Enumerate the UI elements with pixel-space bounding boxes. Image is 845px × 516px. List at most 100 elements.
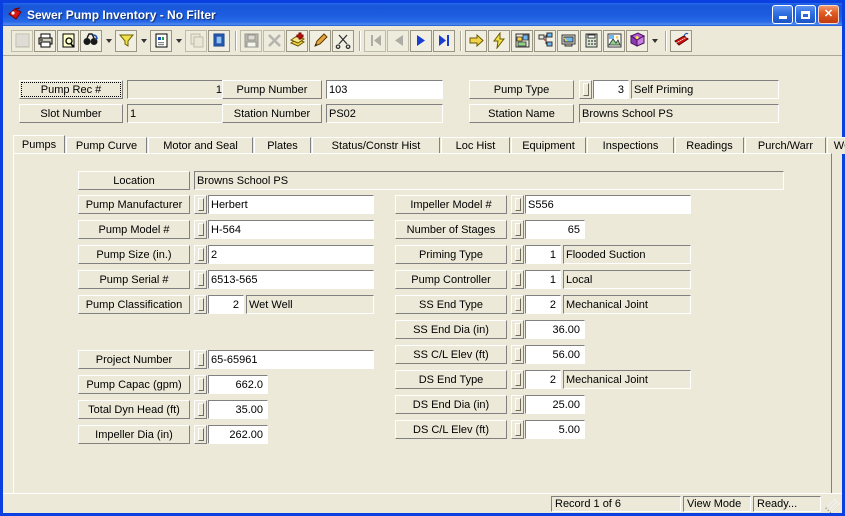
tree-icon[interactable]	[534, 29, 556, 52]
pump-classification-spinner[interactable]	[194, 295, 207, 314]
slot-number-field[interactable]: 1	[127, 104, 227, 123]
location-label[interactable]: Location	[78, 171, 190, 190]
number-of-stages-spinner[interactable]	[511, 220, 524, 239]
pump-size-spinner[interactable]	[194, 245, 207, 264]
ds-end-dia-label[interactable]: DS End Dia (in)	[395, 395, 507, 414]
ss-cl-elev-spinner[interactable]	[511, 345, 524, 364]
pump-capacity-field[interactable]: 662.0	[208, 375, 268, 394]
title-bar[interactable]: Sewer Pump Inventory - No Filter ✕	[3, 3, 842, 26]
pump-serial-number-label[interactable]: Pump Serial #	[78, 270, 190, 289]
ds-end-type-label[interactable]: DS End Type	[395, 370, 507, 389]
impeller-model-number-spinner[interactable]	[511, 195, 524, 214]
last-record-icon[interactable]	[433, 29, 455, 52]
station-number-label[interactable]: Station Number	[222, 104, 322, 123]
ss-cl-elev-field[interactable]: 56.00	[525, 345, 585, 364]
paint-icon[interactable]	[670, 29, 692, 52]
impeller-model-number-field[interactable]: S556	[525, 195, 691, 214]
pump-classification-label[interactable]: Pump Classification	[78, 295, 190, 314]
ds-end-dia-spinner[interactable]	[511, 395, 524, 414]
maximize-button[interactable]	[795, 5, 816, 24]
priming-type-label[interactable]: Priming Type	[395, 245, 507, 264]
print-icon[interactable]	[34, 29, 56, 52]
total-dyn-head-spinner[interactable]	[194, 400, 207, 419]
book-dropdown[interactable]	[649, 30, 660, 52]
pump-model-number-label[interactable]: Pump Model #	[78, 220, 190, 239]
pump-type-spinner[interactable]	[579, 80, 592, 99]
pump-model-number-field[interactable]: H-564	[208, 220, 374, 239]
ds-end-dia-field[interactable]: 25.00	[525, 395, 585, 414]
filter-dropdown[interactable]	[138, 30, 149, 52]
number-of-stages-label[interactable]: Number of Stages	[395, 220, 507, 239]
filter-icon[interactable]	[115, 29, 137, 52]
pump-classification-code-field[interactable]: 2	[208, 295, 244, 314]
tab-readings[interactable]: Readings	[675, 137, 744, 154]
tab-motor-and-seal[interactable]: Motor and Seal	[148, 137, 253, 154]
priming-type-code-field[interactable]: 1	[525, 245, 561, 264]
slot-number-label[interactable]: Slot Number	[19, 104, 123, 123]
tab-status-constr-hist[interactable]: Status/Constr Hist	[312, 137, 440, 154]
pump-rec-number-field[interactable]: 1	[127, 80, 227, 99]
station-name-field[interactable]: Browns School PS	[579, 104, 779, 123]
tab-pump-curve[interactable]: Pump Curve	[66, 137, 147, 154]
pump-number-field[interactable]: 103	[326, 80, 443, 99]
ds-cl-elev-spinner[interactable]	[511, 420, 524, 439]
impeller-dia-field[interactable]: 262.00	[208, 425, 268, 444]
find-icon[interactable]	[80, 29, 102, 52]
priming-type-spinner[interactable]	[511, 245, 524, 264]
ss-cl-elev-label[interactable]: SS C/L Elev (ft)	[395, 345, 507, 364]
project-number-spinner[interactable]	[194, 350, 207, 369]
map-icon[interactable]	[511, 29, 533, 52]
pump-model-number-spinner[interactable]	[194, 220, 207, 239]
tab-plates[interactable]: Plates	[254, 137, 311, 154]
find-dropdown[interactable]	[103, 30, 114, 52]
station-name-label[interactable]: Station Name	[469, 104, 574, 123]
tab-purch-warr[interactable]: Purch/Warr	[745, 137, 826, 154]
export-icon[interactable]	[208, 29, 230, 52]
tab-wo-pm[interactable]: WO/PM	[827, 137, 845, 154]
project-number-label[interactable]: Project Number	[78, 350, 190, 369]
photo-icon[interactable]	[603, 29, 625, 52]
pump-manufacturer-field[interactable]: Herbert	[208, 195, 374, 214]
pump-manufacturer-label[interactable]: Pump Manufacturer	[78, 195, 190, 214]
pump-size-label[interactable]: Pump Size (in.)	[78, 245, 190, 264]
close-button[interactable]: ✕	[818, 5, 839, 24]
pump-manufacturer-spinner[interactable]	[194, 195, 207, 214]
station-number-field[interactable]: PS02	[326, 104, 443, 123]
pump-controller-code-field[interactable]: 1	[525, 270, 561, 289]
ds-end-type-spinner[interactable]	[511, 370, 524, 389]
goto-icon[interactable]	[465, 29, 487, 52]
print-preview-icon[interactable]	[57, 29, 79, 52]
ds-end-type-code-field[interactable]: 2	[525, 370, 561, 389]
ss-end-type-code-field[interactable]: 2	[525, 295, 561, 314]
ss-end-type-label[interactable]: SS End Type	[395, 295, 507, 314]
lightning-icon[interactable]	[488, 29, 510, 52]
project-number-field[interactable]: 65-65961	[208, 350, 374, 369]
impeller-model-number-label[interactable]: Impeller Model #	[395, 195, 507, 214]
add-record-icon[interactable]	[286, 29, 308, 52]
resize-grip[interactable]	[825, 497, 839, 511]
workstation-icon[interactable]	[557, 29, 579, 52]
tab-equipment[interactable]: Equipment	[511, 137, 586, 154]
tab-pumps[interactable]: Pumps	[13, 135, 65, 154]
impeller-dia-label[interactable]: Impeller Dia (in)	[78, 425, 190, 444]
pump-type-label[interactable]: Pump Type	[469, 80, 574, 99]
next-record-icon[interactable]	[410, 29, 432, 52]
pump-size-field[interactable]: 2	[208, 245, 374, 264]
location-field[interactable]: Browns School PS	[194, 171, 784, 190]
pump-number-label[interactable]: Pump Number	[222, 80, 322, 99]
report-icon[interactable]	[150, 29, 172, 52]
pump-serial-number-field[interactable]: 6513-565	[208, 270, 374, 289]
total-dyn-head-field[interactable]: 35.00	[208, 400, 268, 419]
calculator-icon[interactable]	[580, 29, 602, 52]
ds-cl-elev-label[interactable]: DS C/L Elev (ft)	[395, 420, 507, 439]
ss-end-dia-spinner[interactable]	[511, 320, 524, 339]
ss-end-dia-label[interactable]: SS End Dia (in)	[395, 320, 507, 339]
ds-cl-elev-field[interactable]: 5.00	[525, 420, 585, 439]
ss-end-dia-field[interactable]: 36.00	[525, 320, 585, 339]
pump-controller-spinner[interactable]	[511, 270, 524, 289]
ss-end-type-spinner[interactable]	[511, 295, 524, 314]
pump-capacity-spinner[interactable]	[194, 375, 207, 394]
pump-type-code-field[interactable]: 3	[593, 80, 629, 99]
pump-controller-label[interactable]: Pump Controller	[395, 270, 507, 289]
number-of-stages-field[interactable]: 65	[525, 220, 585, 239]
